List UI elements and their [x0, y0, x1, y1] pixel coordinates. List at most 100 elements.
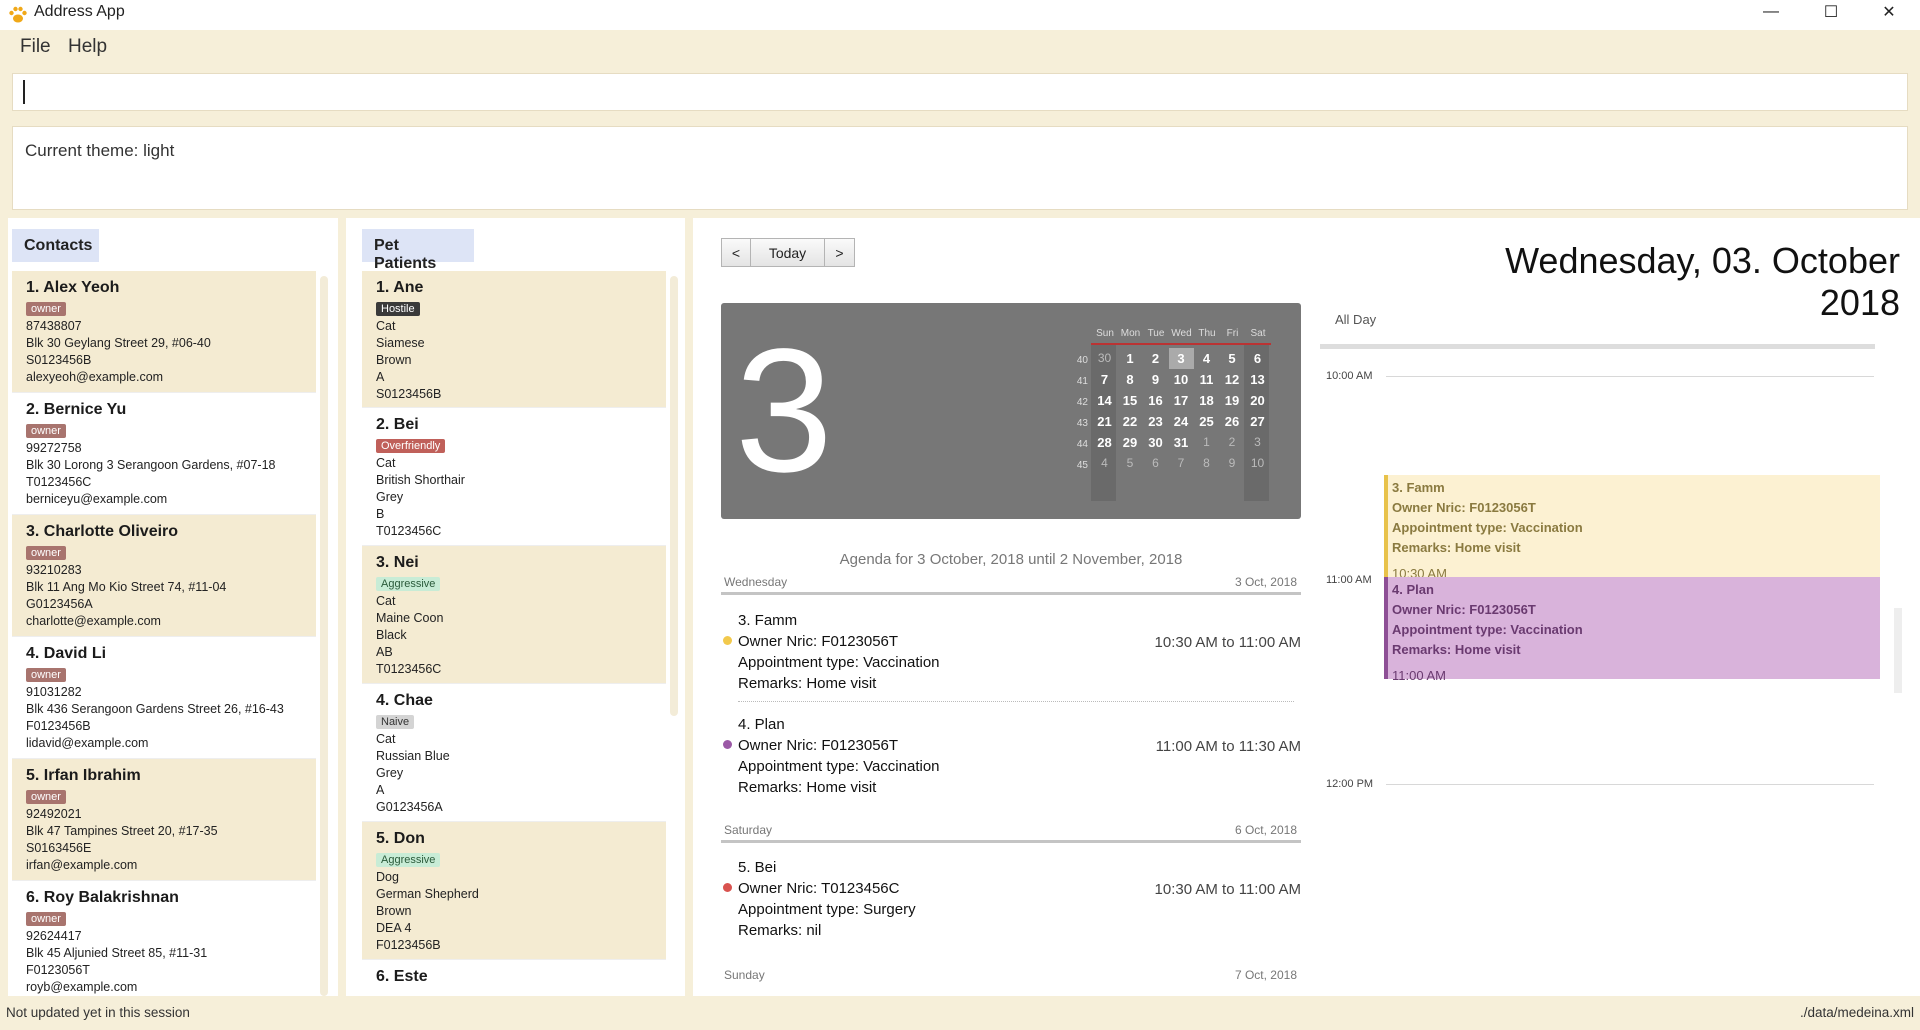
mini-calendar-day[interactable]: 11: [1194, 369, 1219, 390]
contact-card[interactable]: 6. Roy Balakrishnan owner 92624417 Blk 45 A…: [12, 881, 316, 996]
pet-card[interactable]: 2. Bei Overfriendly Cat British Shorthair Gr…: [362, 408, 666, 546]
mini-calendar-day[interactable]: 7: [1169, 453, 1194, 474]
mini-calendar-day[interactable]: 10: [1245, 453, 1270, 474]
mini-calendar-day[interactable]: 17: [1169, 390, 1194, 411]
appointment-dot: [723, 636, 732, 645]
mini-calendar-day[interactable]: 13: [1245, 369, 1270, 390]
contact-name: 5. Irfan Ibrahim: [26, 767, 302, 785]
mini-calendar-day[interactable]: 29: [1118, 432, 1143, 453]
mini-calendar-day[interactable]: 5: [1220, 348, 1245, 369]
next-button[interactable]: >: [825, 238, 855, 267]
mini-calendar-day[interactable]: 18: [1194, 390, 1219, 411]
pet-card[interactable]: 5. Don Aggressive Dog German Shepherd Brown D…: [362, 822, 666, 960]
mini-calendar-day[interactable]: 30: [1143, 432, 1168, 453]
pets-scrollbar[interactable]: [670, 276, 678, 716]
mini-calendar-day[interactable]: 12: [1220, 369, 1245, 390]
mini-calendar-day[interactable]: 1: [1194, 432, 1219, 453]
pet-species: Dog: [376, 870, 399, 884]
day-view-scrollbar[interactable]: [1894, 608, 1902, 693]
mini-calendar-day[interactable]: 9: [1143, 369, 1168, 390]
contact-card[interactable]: 5. Irfan Ibrahim owner 92492021 Blk 47 Tamp…: [12, 759, 316, 881]
contacts-list[interactable]: 1. Alex Yeoh owner 87438807 Blk 30 Geylang …: [12, 271, 316, 996]
splitter-2[interactable]: [685, 218, 693, 996]
prev-button[interactable]: <: [721, 238, 751, 267]
pet-patients-list[interactable]: 1. Ane Hostile Cat Siamese Brown A S0123456B 2.…: [362, 271, 666, 996]
mini-calendar-day[interactable]: 2: [1143, 348, 1168, 369]
pet-blood: AB: [376, 645, 393, 659]
mini-calendar-day[interactable]: 19: [1220, 390, 1245, 411]
mini-calendar-day[interactable]: 9: [1220, 453, 1245, 474]
menu-help[interactable]: Help: [68, 36, 107, 58]
mini-calendar-day[interactable]: 5: [1118, 453, 1143, 474]
mini-calendar-day[interactable]: 24: [1169, 411, 1194, 432]
mini-calendar-day[interactable]: 28: [1092, 432, 1117, 453]
mini-calendar-day[interactable]: 1: [1118, 348, 1143, 369]
agenda-entry[interactable]: 5. Bei Owner Nric: T0123456C Appointment t…: [721, 849, 1301, 949]
mini-calendar-day[interactable]: 8: [1118, 369, 1143, 390]
mini-calendar-day[interactable]: 7: [1092, 369, 1117, 390]
mini-calendar-day[interactable]: 30: [1092, 348, 1117, 369]
tag-row: Overfriendly: [376, 436, 652, 455]
splitter-1[interactable]: [338, 218, 346, 996]
weekday-label: Wed: [1171, 328, 1192, 339]
weekday-label: Sun: [1096, 328, 1114, 339]
contact-card[interactable]: 2. Bernice Yu owner 99272758 Blk 30 Lorong …: [12, 393, 316, 515]
mini-calendar-day[interactable]: 26: [1220, 411, 1245, 432]
mini-calendar-day[interactable]: 14: [1092, 390, 1117, 411]
pet-name: 6. Este: [376, 968, 652, 986]
pet-patients-header: Pet Patients: [362, 229, 474, 272]
agenda-entry[interactable]: 4. Plan Owner Nric: F0123056T Appointment …: [721, 706, 1301, 806]
pet-species: Cat: [376, 594, 396, 608]
pet-card[interactable]: 1. Ane Hostile Cat Siamese Brown A S0123456B: [362, 271, 666, 408]
contacts-header: Contacts: [12, 229, 99, 262]
agenda-day-name: Wednesday: [724, 575, 788, 589]
pet-index: 4.: [376, 692, 390, 709]
contact-nric: T0123456C: [26, 475, 92, 489]
mini-calendar-day[interactable]: 3: [1245, 432, 1270, 453]
contact-card[interactable]: 3. Charlotte Oliveiro owner 93210283 Blk 11…: [12, 515, 316, 637]
contact-address: Blk 30 Lorong 3 Serangoon Gardens, #07-1…: [26, 458, 276, 472]
agenda-title: Agenda for 3 October, 2018 until 2 Novem…: [839, 551, 1183, 568]
mini-calendar-day[interactable]: 6: [1143, 453, 1168, 474]
pet-name: 2. Bei: [376, 416, 652, 434]
mini-calendar-day[interactable]: 10: [1169, 369, 1194, 390]
today-button[interactable]: Today: [751, 238, 825, 267]
mini-calendar-day[interactable]: 31: [1169, 432, 1194, 453]
mini-calendar-day[interactable]: 27: [1245, 411, 1270, 432]
minimize-button[interactable]: —: [1748, 0, 1794, 24]
mini-calendar-day[interactable]: 25: [1194, 411, 1219, 432]
pet-breed: Russian Blue: [376, 749, 450, 763]
contact-index: 5.: [26, 767, 40, 784]
contact-nric: F0123056T: [26, 963, 90, 977]
day-view-event[interactable]: 3. Famm Owner Nric: F0123056T Appointment …: [1384, 475, 1880, 581]
contact-card[interactable]: 4. David Li owner 91031282 Blk 436 Serangoo…: [12, 637, 316, 759]
mini-calendar-day[interactable]: 8: [1194, 453, 1219, 474]
contact-phone: 91031282: [26, 685, 82, 699]
contact-card[interactable]: 1. Alex Yeoh owner 87438807 Blk 30 Geylang …: [12, 271, 316, 393]
agenda-entry[interactable]: 3. Famm Owner Nric: F0123056T Appointment …: [721, 602, 1301, 702]
contacts-scrollbar[interactable]: [320, 276, 328, 996]
mini-calendar-day[interactable]: 20: [1245, 390, 1270, 411]
day-view-event[interactable]: 4. Plan Owner Nric: F0123056T Appointment …: [1384, 577, 1880, 683]
pet-card[interactable]: 6. Este: [362, 960, 666, 996]
mini-calendar-day[interactable]: 6: [1245, 348, 1270, 369]
mini-calendar-day[interactable]: 16: [1143, 390, 1168, 411]
maximize-button[interactable]: ☐: [1808, 0, 1854, 24]
command-input[interactable]: [12, 73, 1908, 111]
contact-name: 6. Roy Balakrishnan: [26, 889, 302, 907]
pet-card[interactable]: 3. Nei Aggressive Cat Maine Coon Black AB T012…: [362, 546, 666, 684]
mini-calendar-day[interactable]: 4: [1092, 453, 1117, 474]
mini-calendar-day[interactable]: 2: [1220, 432, 1245, 453]
close-button[interactable]: ✕: [1866, 0, 1912, 24]
menu-file[interactable]: File: [20, 36, 51, 58]
mini-calendar-day[interactable]: 3: [1168, 348, 1194, 369]
owner-tag: owner: [26, 424, 66, 438]
mini-calendar-day[interactable]: 23: [1143, 411, 1168, 432]
mini-calendar-day[interactable]: 15: [1118, 390, 1143, 411]
mini-calendar-day[interactable]: 22: [1118, 411, 1143, 432]
mini-calendar-day[interactable]: 21: [1092, 411, 1117, 432]
agenda-entry-type: Appointment type: Surgery: [738, 901, 916, 918]
mini-calendar-day[interactable]: 4: [1194, 348, 1219, 369]
pet-card[interactable]: 4. Chae Naive Cat Russian Blue Grey A G0123456…: [362, 684, 666, 822]
contact-index: 3.: [26, 523, 40, 540]
